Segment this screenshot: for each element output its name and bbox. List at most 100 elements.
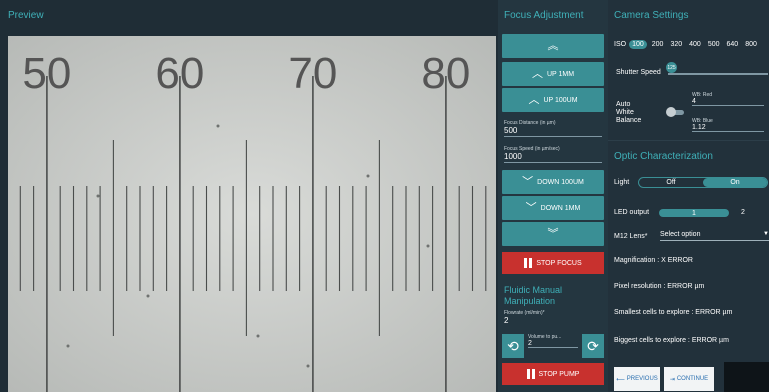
stop-pump-button[interactable]: STOP PUMP: [502, 363, 604, 385]
rotate-left-icon: ⟲: [507, 337, 519, 354]
stop-pump-label: STOP PUMP: [538, 370, 580, 378]
double-chevron-down-icon: ︾: [547, 227, 559, 240]
shutter-speed-slider[interactable]: [668, 73, 768, 75]
fluidic-title: Fluidic Manual Manipulation: [504, 285, 563, 306]
camera-title: Camera Settings: [614, 10, 689, 21]
iso-label: ISO: [614, 41, 627, 48]
flowrate-field[interactable]: Flowrate (ml/min)* 2: [504, 310, 602, 326]
caret-down-icon: ▼: [763, 231, 769, 237]
iso-option[interactable]: 320: [668, 40, 684, 49]
shutter-speed-label: Shutter Speed: [616, 69, 661, 76]
rotate-left-button[interactable]: ⟲: [502, 334, 524, 358]
led-output-label: LED output: [614, 209, 650, 216]
ruler-number: 50: [22, 49, 71, 98]
iso-option[interactable]: 800: [743, 40, 759, 49]
focus-speed-input[interactable]: 1000: [504, 152, 602, 163]
lens-label: M12 Lens*: [614, 233, 648, 240]
ruler-number: 60: [155, 49, 204, 98]
continue-button[interactable]: ⇥ CONTINUE: [664, 367, 714, 391]
rotate-right-button[interactable]: ⟳: [582, 334, 604, 358]
optic-title: Optic Characterization: [614, 151, 713, 162]
focus-up-1mm-button[interactable]: ︿ UP 1MM: [502, 62, 604, 86]
arrow-left-icon: ⟵: [616, 376, 625, 383]
arrow-right-bar-icon: ⇥: [669, 376, 675, 383]
focus-panel: Focus Adjustment ︽ ︿ UP 1MM ︿ UP 100UM F…: [498, 0, 608, 392]
light-on-option[interactable]: On: [703, 178, 767, 187]
dust-speck: [146, 294, 150, 298]
auto-white-balance-toggle[interactable]: [666, 107, 684, 117]
dust-speck: [426, 244, 430, 248]
stop-focus-label: STOP FOCUS: [536, 259, 582, 267]
shutter-speed-handle[interactable]: 125: [666, 62, 677, 73]
smallest-cells-text: Smallest cells to explore : ERROR µm: [614, 309, 733, 316]
chevron-up-icon: ︿: [531, 67, 543, 80]
pixel-resolution-text: Pixel resolution : ERROR µm: [614, 283, 705, 290]
led-output-option-1[interactable]: 1: [659, 209, 729, 217]
light-label: Light: [614, 179, 630, 186]
dust-speck: [66, 344, 70, 348]
wb-blue-field[interactable]: WB: Blue 1.12: [692, 118, 764, 132]
focus-up-100um-button[interactable]: ︿ UP 100UM: [502, 88, 604, 112]
lens-select[interactable]: Select option ▼: [660, 231, 769, 241]
dust-speck: [96, 194, 100, 198]
focus-down-100um-button[interactable]: ﹀ DOWN 100UM: [502, 170, 604, 194]
chevron-up-icon: ︿: [528, 93, 540, 106]
iso-option[interactable]: 100: [629, 40, 647, 49]
focus-down-fast-button[interactable]: ︾: [502, 222, 604, 246]
dust-speck: [306, 364, 310, 368]
chevron-down-icon: ﹀: [525, 201, 537, 214]
corner-panel: [724, 362, 769, 392]
down-100um-label: DOWN 100UM: [537, 178, 584, 186]
previous-label: PREVIOUS: [626, 376, 658, 382]
rotate-right-icon: ⟳: [587, 337, 599, 354]
toggle-knob: [666, 107, 676, 117]
dust-speck: [256, 334, 260, 338]
awb-label-line: White: [616, 109, 634, 116]
flowrate-input[interactable]: 2: [504, 316, 602, 326]
wb-red-field[interactable]: WB: Red 4: [692, 92, 764, 106]
biggest-cells-text: Biggest cells to explore : ERROR µm: [614, 337, 729, 344]
camera-preview-image: 50 60 70 80: [8, 36, 496, 392]
up-1mm-label: UP 1MM: [546, 70, 575, 78]
iso-option[interactable]: 640: [725, 40, 741, 49]
stop-icon: [526, 369, 535, 379]
preview-title: Preview: [8, 10, 44, 21]
lens-select-value: Select option: [660, 231, 701, 238]
awb-label-line: Auto: [616, 101, 631, 108]
stop-icon: [524, 258, 533, 268]
light-off-option[interactable]: Off: [639, 178, 703, 187]
volume-field[interactable]: Volume to pu... 2: [528, 334, 578, 348]
led-output-option-2[interactable]: 2: [741, 209, 745, 216]
iso-selector: ISO 100 200 320 400 500 640 800: [614, 40, 759, 49]
focus-distance-input[interactable]: 500: [504, 126, 602, 137]
iso-option[interactable]: 500: [706, 40, 722, 49]
focus-up-fast-button[interactable]: ︽: [502, 34, 604, 58]
wb-red-input[interactable]: 4: [692, 98, 764, 106]
awb-label-line: Balance: [616, 117, 642, 124]
ruler-number: 70: [288, 49, 337, 98]
camera-panel: Camera Settings ISO 100 200 320 400 500 …: [608, 0, 769, 140]
optic-panel: Optic Characterization Light Off On LED …: [608, 140, 769, 392]
focus-down-1mm-button[interactable]: ﹀ DOWN 1MM: [502, 196, 604, 220]
stop-focus-button[interactable]: STOP FOCUS: [502, 252, 604, 274]
auto-white-balance-label: Auto White Balance: [616, 101, 641, 125]
previous-button[interactable]: ⟵ PREVIOUS: [614, 367, 660, 391]
magnification-text: Magnification : X ERROR: [614, 257, 693, 264]
volume-input[interactable]: 2: [528, 340, 578, 348]
focus-title: Focus Adjustment: [504, 10, 584, 21]
wb-blue-input[interactable]: 1.12: [692, 124, 764, 132]
iso-option[interactable]: 200: [650, 40, 666, 49]
dust-speck: [366, 174, 370, 178]
focus-distance-field[interactable]: Focus Distance (in µm) 500: [504, 120, 602, 137]
ruler-number: 80: [421, 49, 470, 98]
dust-speck: [216, 124, 220, 128]
double-chevron-up-icon: ︽: [547, 39, 559, 52]
iso-option[interactable]: 400: [687, 40, 703, 49]
light-toggle[interactable]: Off On: [638, 177, 768, 188]
continue-label: CONTINUE: [676, 376, 709, 382]
chevron-down-icon: ﹀: [522, 175, 534, 188]
down-1mm-label: DOWN 1MM: [540, 204, 581, 212]
app-root: Preview 50 60 70 80 Focus Adjustment ︽ ︿: [0, 0, 769, 392]
focus-speed-field[interactable]: Focus Speed (in µm/sec) 1000: [504, 146, 602, 163]
up-100um-label: UP 100UM: [543, 96, 578, 104]
